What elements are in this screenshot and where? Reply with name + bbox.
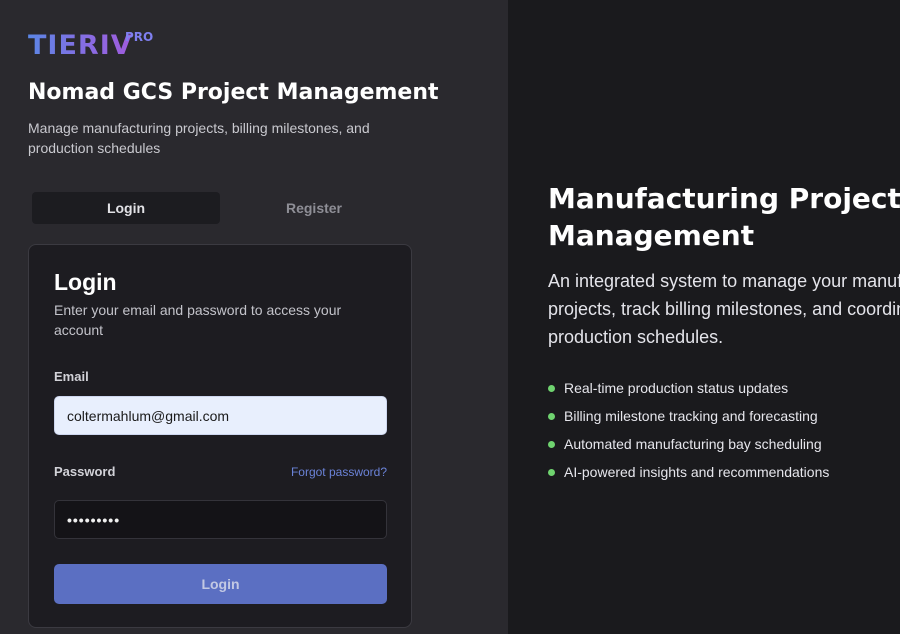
- feature-item: Billing milestone tracking and forecasti…: [548, 402, 829, 430]
- brand-logo: TIERIV: [28, 30, 133, 61]
- password-field[interactable]: •••••••••: [54, 500, 387, 539]
- app-title: Nomad GCS Project Management: [28, 80, 439, 105]
- feature-text: Real-time production status updates: [564, 380, 789, 396]
- app-subtitle: Manage manufacturing projects, billing m…: [28, 120, 370, 156]
- hero-description: An integrated system to manage your manu…: [548, 271, 900, 347]
- tab-register[interactable]: Register: [220, 192, 408, 224]
- login-button[interactable]: Login: [54, 564, 387, 604]
- password-label: Password: [54, 464, 116, 479]
- bullet-dot-icon: [548, 412, 555, 420]
- auth-panel: TIERIV PRO Nomad GCS Project Management …: [0, 0, 508, 634]
- feature-text: Billing milestone tracking and forecasti…: [564, 408, 818, 424]
- login-card: Login Enter your email and password to a…: [28, 244, 412, 628]
- hero-title: Manufacturing Project Management: [548, 182, 900, 252]
- feature-text: AI-powered insights and recommendations: [564, 464, 830, 480]
- login-card-title: Login: [54, 269, 117, 295]
- brand-pro-badge: PRO: [125, 30, 154, 44]
- feature-list: Real-time production status updates Bill…: [548, 374, 829, 486]
- feature-item: Automated manufacturing bay scheduling: [548, 430, 829, 458]
- email-field[interactable]: coltermahlum@gmail.com: [54, 396, 387, 435]
- feature-text: Automated manufacturing bay scheduling: [564, 436, 822, 452]
- email-label: Email: [54, 369, 89, 384]
- feature-item: Real-time production status updates: [548, 374, 829, 402]
- bullet-dot-icon: [548, 384, 555, 392]
- auth-tabs: Login Register: [28, 188, 412, 228]
- feature-item: AI-powered insights and recommendations: [548, 458, 829, 486]
- bullet-dot-icon: [548, 468, 555, 476]
- bullet-dot-icon: [548, 440, 555, 448]
- forgot-password-link[interactable]: Forgot password?: [291, 465, 387, 479]
- tab-login[interactable]: Login: [32, 192, 220, 224]
- login-card-subtitle: Enter your email and password to access …: [54, 302, 342, 338]
- hero-panel: Manufacturing Project Management An inte…: [508, 0, 900, 634]
